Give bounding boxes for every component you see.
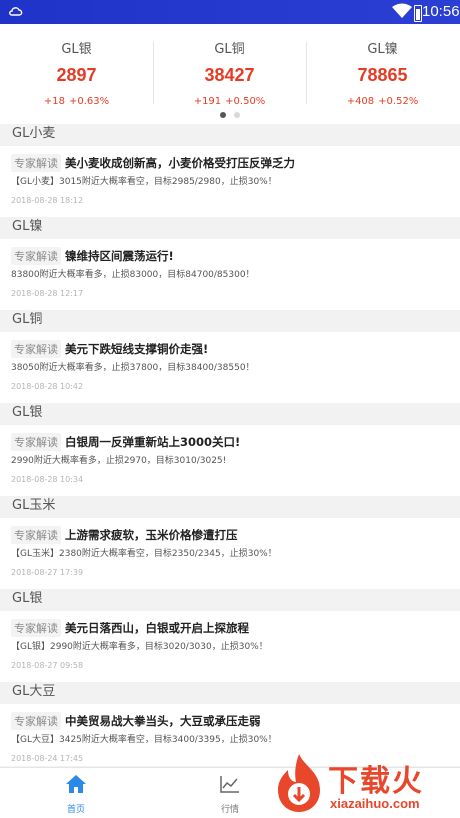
pager-dot[interactable] — [220, 112, 226, 118]
section-header: GL银 — [0, 589, 460, 611]
news-title: 美元下跌短线支撑铜价走强! — [65, 341, 209, 356]
section-header: GL银 — [0, 403, 460, 425]
ticker-item-copper[interactable]: GL铜 38427 +191 +0.50% — [153, 34, 306, 108]
watermark-domain: xiazaihuo.com — [330, 796, 420, 811]
ticker-name: GL镍 — [367, 42, 398, 57]
section-header: GL大豆 — [0, 682, 460, 704]
ticker-item-silver[interactable]: GL银 2897 +18 +0.63% — [0, 34, 153, 108]
expert-tag: 专家解读 — [11, 618, 61, 637]
news-summary: 2990附近大概率看多，止损2970，目标3010/3025! — [11, 456, 227, 466]
news-card[interactable]: 专家解读 白银周一反弹重新站上3000关口! 2990附近大概率看多，止损2970… — [0, 425, 460, 507]
news-card[interactable]: 专家解读 美小麦收成创新高，小麦价格受打压反弹乏力 【GL小麦】3015附近大概率… — [0, 146, 460, 228]
market-ticker[interactable]: GL银 2897 +18 +0.63% GL铜 38427 +191 +0.50% … — [0, 24, 460, 124]
ticker-name: GL银 — [61, 42, 92, 57]
tab-home[interactable]: 首页 — [46, 774, 106, 815]
news-card[interactable]: 专家解读 美元日落西山，白银或开启上探旅程 【GL银】2990附近大概率看多，目标… — [0, 611, 460, 693]
tab-label: 行情 — [220, 805, 239, 815]
news-title: 美小麦收成创新高，小麦价格受打压反弹乏力 — [65, 155, 295, 170]
news-title: 中美贸易战大拳当头，大豆或承压走弱 — [65, 713, 261, 728]
ticker-change: +18 +0.63% — [43, 96, 110, 107]
expert-tag: 专家解读 — [11, 339, 61, 358]
ticker-price: 2897 — [56, 65, 97, 85]
news-summary: 【GL大豆】3425附近大概率看空，目标3400/3395，止损30%！ — [11, 735, 277, 745]
news-summary: 【GL小麦】3015附近大概率看空，目标2985/2980，止损30%！ — [11, 177, 277, 187]
news-title: 白银周一反弹重新站上3000关口! — [65, 434, 241, 449]
tab-label: 首页 — [66, 805, 85, 815]
news-date: 2018-08-24 17:45 — [11, 754, 84, 763]
news-title: 镍维持区间震荡运行! — [65, 248, 174, 263]
section-header: GL小麦 — [0, 124, 460, 146]
battery-icon — [414, 5, 422, 22]
ticker-change: +408 +0.52% — [346, 96, 419, 107]
news-card[interactable]: 专家解读 美元下跌短线支撑铜价走强! 38050附近大概率看多，止损37800，目… — [0, 332, 460, 414]
expert-tag: 专家解读 — [11, 525, 61, 544]
news-summary: 83800附近大概率看多，止损83000，目标84700/85300！ — [11, 270, 255, 280]
expert-tag: 专家解读 — [11, 432, 61, 451]
expert-tag: 专家解读 — [11, 711, 61, 730]
flame-logo-icon — [278, 754, 320, 812]
home-icon — [66, 775, 86, 793]
news-date: 2018-08-28 10:42 — [11, 382, 84, 391]
clock: 10:56 — [422, 3, 460, 20]
status-bar: 10:56 — [0, 0, 460, 24]
news-title: 美元日落西山，白银或开启上探旅程 — [65, 620, 249, 635]
news-card[interactable]: 专家解读 镍维持区间震荡运行! 83800附近大概率看多，止损83000，目标84… — [0, 239, 460, 321]
wifi-icon — [392, 3, 412, 18]
ticker-change: +191 +0.50% — [193, 96, 266, 107]
chart-icon — [220, 776, 239, 793]
news-date: 2018-08-27 09:58 — [11, 661, 84, 670]
section-header: GL镍 — [0, 217, 460, 239]
watermark-text: 下载火 — [328, 764, 424, 799]
cloud-icon — [9, 7, 23, 16]
tab-market[interactable]: 行情 — [200, 774, 260, 815]
pager-dots — [0, 112, 460, 118]
ticker-name: GL铜 — [214, 42, 245, 57]
news-summary: 【GL玉米】2380附近大概率看空，目标2350/2345，止损30%！ — [11, 549, 277, 559]
ticker-price: 38427 — [204, 65, 255, 85]
expert-tag: 专家解读 — [11, 153, 61, 172]
section-header: GL铜 — [0, 310, 460, 332]
news-title: 上游需求疲软，玉米价格惨遭打压 — [65, 527, 238, 542]
news-date: 2018-08-28 10:34 — [11, 475, 84, 484]
news-date: 2018-08-28 18:12 — [11, 196, 84, 205]
watermark: 下载火 xiazaihuo.com — [270, 750, 460, 817]
news-summary: 38050附近大概率看多，止损37800，目标38400/38550！ — [11, 363, 255, 373]
ticker-price: 78865 — [357, 65, 408, 85]
news-date: 2018-08-27 17:39 — [11, 568, 84, 577]
news-card[interactable]: 专家解读 上游需求疲软，玉米价格惨遭打压 【GL玉米】2380附近大概率看空，目标… — [0, 518, 460, 600]
news-date: 2018-08-28 12:17 — [11, 289, 84, 298]
section-header: GL玉米 — [0, 496, 460, 518]
ticker-item-nickel[interactable]: GL镍 78865 +408 +0.52% — [306, 34, 459, 108]
pager-dot[interactable] — [234, 112, 240, 118]
news-summary: 【GL银】2990附近大概率看多，目标3020/3030，止损30%！ — [11, 642, 268, 652]
expert-tag: 专家解读 — [11, 246, 61, 265]
